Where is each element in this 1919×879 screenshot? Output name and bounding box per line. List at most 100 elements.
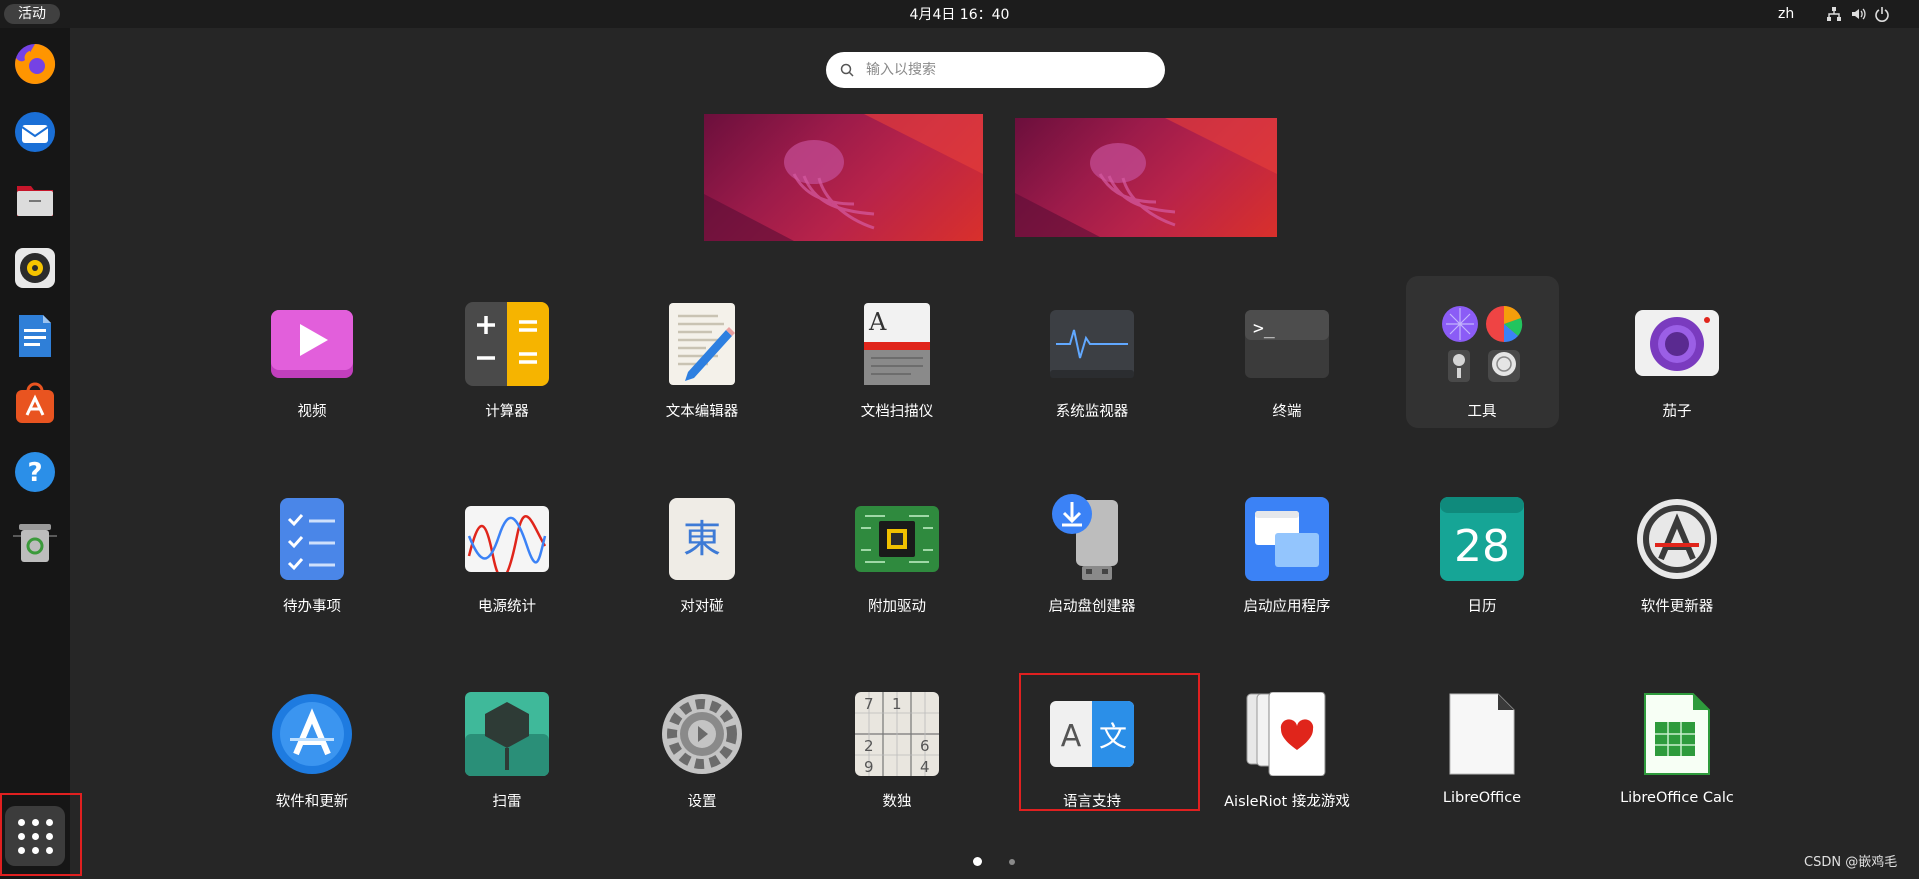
software-and-updates-icon xyxy=(272,694,352,774)
dock-item-app-center[interactable] xyxy=(11,380,59,428)
dock-item-trash[interactable] xyxy=(11,518,59,566)
page-indicator-1[interactable] xyxy=(973,857,982,866)
files-icon xyxy=(17,186,53,216)
dock-item-firefox[interactable] xyxy=(11,40,59,88)
app-center-icon xyxy=(16,382,54,423)
sudoku-icon: 71 26 94 xyxy=(855,692,939,776)
app-label: 日历 xyxy=(1467,599,1497,615)
calculator-icon xyxy=(465,302,549,386)
page-indicator-2[interactable] xyxy=(1009,859,1015,865)
app-mines[interactable]: 扫雷 xyxy=(427,680,587,830)
tools-folder-icon xyxy=(1442,305,1523,382)
app-terminal[interactable]: >_ 终端 xyxy=(1207,290,1367,440)
terminal-icon: >_ xyxy=(1245,310,1329,378)
search-bar[interactable] xyxy=(826,52,1165,88)
dock-item-files[interactable] xyxy=(11,176,59,224)
app-label: 文本编辑器 xyxy=(665,404,739,420)
startup-disk-creator-icon xyxy=(1052,494,1118,580)
app-sudoku[interactable]: 71 26 94 数独 xyxy=(817,680,977,830)
clock[interactable]: 4月4日 16：40 xyxy=(0,0,1919,30)
app-label: 系统监视器 xyxy=(1055,404,1129,420)
app-label: 工具 xyxy=(1467,404,1497,420)
app-label: 附加驱动 xyxy=(868,599,926,615)
watermark: CSDN @嵌鸡毛 xyxy=(1804,855,1898,870)
app-libreoffice-calc[interactable]: LibreOffice Calc xyxy=(1597,680,1757,830)
thunderbird-icon xyxy=(15,112,55,152)
app-label: LibreOffice Calc xyxy=(1620,790,1734,806)
app-label: 设置 xyxy=(687,794,717,810)
app-power-statistics[interactable]: 电源统计 xyxy=(427,485,587,635)
app-text-editor[interactable]: 文本编辑器 xyxy=(622,290,782,440)
workspace-thumbnail-2[interactable] xyxy=(1015,118,1277,237)
jellyfish-wallpaper-image xyxy=(704,114,983,241)
videos-icon xyxy=(271,310,353,378)
dock-item-rhythmbox[interactable] xyxy=(11,244,59,292)
power-statistics-icon xyxy=(465,506,549,572)
app-aisleriot[interactable]: AisleRiot 接龙游戏 xyxy=(1207,680,1367,830)
app-label: 软件和更新 xyxy=(275,794,349,810)
top-bar: 活动 4月4日 16：40 zh xyxy=(0,0,1919,28)
app-label: LibreOffice xyxy=(1442,790,1522,806)
app-mahjongg[interactable]: 東 对对碰 xyxy=(622,485,782,635)
app-calculator[interactable]: 计算器 xyxy=(427,290,587,440)
app-label: 扫雷 xyxy=(492,794,522,810)
app-libreoffice[interactable]: LibreOffice xyxy=(1402,680,1562,830)
svg-text:>_: >_ xyxy=(1253,318,1275,339)
additional-drivers-icon xyxy=(855,506,939,572)
app-calendar[interactable]: 28 日历 xyxy=(1402,485,1562,635)
app-additional-drivers[interactable]: 附加驱动 xyxy=(817,485,977,635)
dock-item-thunderbird[interactable] xyxy=(11,108,59,156)
svg-text:28: 28 xyxy=(1454,521,1510,572)
app-label: 文档扫描仪 xyxy=(860,404,934,420)
volume-icon xyxy=(1852,8,1866,20)
system-monitor-icon xyxy=(1050,310,1134,378)
app-label: 终端 xyxy=(1272,404,1302,420)
trash-icon xyxy=(19,524,51,562)
app-videos[interactable]: 视频 xyxy=(232,290,392,440)
network-icon xyxy=(1827,7,1841,21)
text-editor-icon xyxy=(669,303,735,385)
search-input[interactable] xyxy=(864,61,1128,79)
system-tray[interactable] xyxy=(1826,4,1890,24)
app-label: 茄子 xyxy=(1662,404,1692,420)
app-label: AisleRiot 接龙游戏 xyxy=(1224,794,1350,810)
mines-icon xyxy=(465,692,549,776)
todo-icon xyxy=(280,498,344,580)
dock-item-libreoffice-writer[interactable] xyxy=(11,312,59,360)
svg-text:A: A xyxy=(868,308,887,336)
input-language-indicator[interactable]: zh xyxy=(1778,0,1794,28)
app-startup-applications[interactable]: 启动应用程序 xyxy=(1207,485,1367,635)
software-updater-icon xyxy=(1637,499,1717,579)
rhythmbox-icon xyxy=(15,248,55,288)
app-settings[interactable]: 设置 xyxy=(622,680,782,830)
app-label: 电源统计 xyxy=(478,599,536,615)
power-icon xyxy=(1875,7,1889,22)
firefox-icon xyxy=(15,43,56,84)
app-label: 计算器 xyxy=(485,404,529,420)
cheese-icon xyxy=(1635,310,1719,376)
app-cheese[interactable]: 茄子 xyxy=(1597,290,1757,440)
app-label: 数独 xyxy=(882,794,912,810)
aisleriot-icon xyxy=(1246,692,1326,776)
app-todo[interactable]: 待办事项 xyxy=(232,485,392,635)
libreoffice-calc-icon xyxy=(1644,693,1710,775)
calendar-icon: 28 xyxy=(1440,497,1524,581)
app-system-monitor[interactable]: 系统监视器 xyxy=(1012,290,1172,440)
libreoffice-icon xyxy=(1449,693,1515,775)
app-label: 待办事项 xyxy=(283,599,341,615)
app-label: 对对碰 xyxy=(680,599,724,615)
settings-icon xyxy=(662,694,742,774)
app-software-updater[interactable]: 软件更新器 xyxy=(1597,485,1757,635)
highlight-box-show-apps xyxy=(0,793,82,876)
startup-applications-icon xyxy=(1245,497,1329,581)
workspace-thumbnail-1[interactable] xyxy=(704,114,983,241)
dock-item-help[interactable]: ? xyxy=(11,448,59,496)
app-folder-tools[interactable]: 工具 xyxy=(1402,290,1562,440)
app-label: 启动盘创建器 xyxy=(1048,599,1136,615)
libreoffice-writer-icon xyxy=(19,315,51,357)
jellyfish-wallpaper-image xyxy=(1015,118,1277,237)
app-label: 启动应用程序 xyxy=(1243,599,1331,615)
app-software-and-updates[interactable]: 软件和更新 xyxy=(232,680,392,830)
app-startup-disk-creator[interactable]: 启动盘创建器 xyxy=(1012,485,1172,635)
app-document-scanner[interactable]: A 文档扫描仪 xyxy=(817,290,977,440)
